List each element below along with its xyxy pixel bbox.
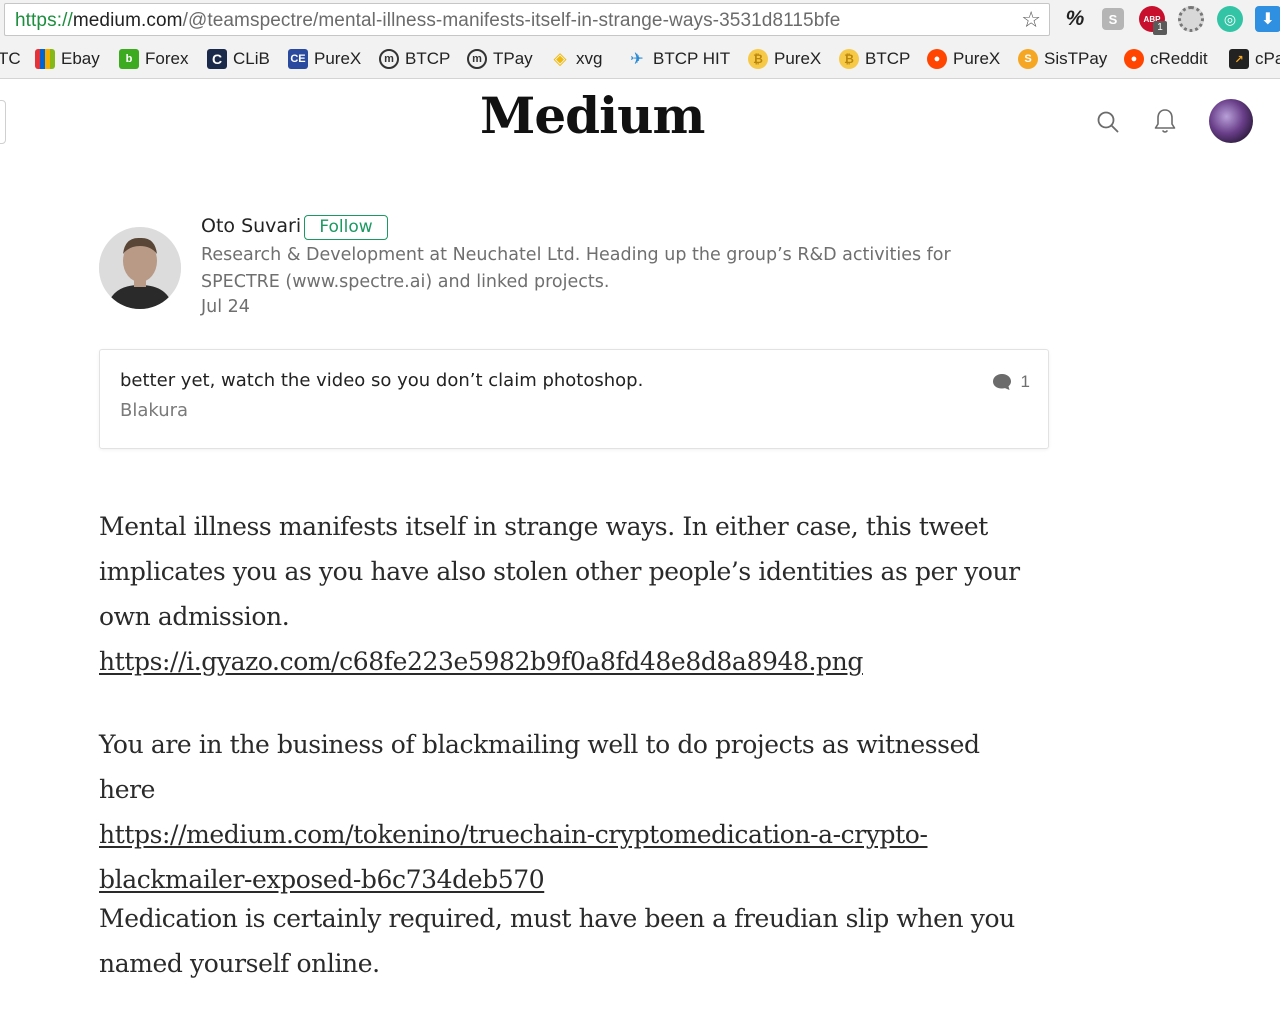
paragraph-2-text: You are in the business of blackmailing … (99, 730, 980, 804)
post-date[interactable]: Jul 24 (201, 297, 250, 317)
response-count[interactable]: 1 (992, 372, 1030, 392)
forex-b-icon: b (119, 49, 139, 69)
browser-toolbar: https://medium.com/@teamspectre/mental-i… (0, 0, 1280, 41)
medium-logo[interactable]: Medium (480, 86, 705, 145)
bitcoin-coin-icon: ₿ (839, 49, 859, 69)
article-paragraph-3: Medication is certainly required, must h… (99, 904, 1015, 978)
circle-extension-icon[interactable]: ◎ (1217, 6, 1243, 32)
address-bar[interactable]: https://medium.com/@teamspectre/mental-i… (4, 3, 1050, 36)
response-author: Blakura (120, 400, 189, 421)
coin-s-icon: S (1018, 49, 1038, 69)
sidebar-edge (0, 100, 6, 144)
bookmark-purex-1[interactable]: CE PureX (288, 47, 361, 71)
percent-extension-icon[interactable]: % (1062, 6, 1088, 32)
author-photo (99, 227, 181, 309)
reddit-icon: ● (927, 49, 947, 69)
clib-c-icon: C (207, 49, 227, 69)
film-extension-icon[interactable] (1178, 6, 1204, 32)
bookmark-star-icon[interactable]: ☆ (1021, 7, 1041, 33)
search-icon[interactable] (1096, 110, 1120, 134)
paragraph-1-text: Mental illness manifests itself in stran… (99, 512, 1020, 631)
response-count-value: 1 (1020, 372, 1030, 391)
speech-bubble-icon (992, 374, 1011, 390)
ebay-bag-icon (35, 49, 55, 69)
bookmarks-bar: TC Ebay b Forex C CLiB CE PureX m BTCP m TPay… (0, 40, 1280, 79)
s-extension-icon[interactable]: S (1102, 8, 1124, 30)
abp-badge: 1 (1153, 21, 1167, 35)
cpa-icon: ↗ (1229, 49, 1249, 69)
bookmark-tpay[interactable]: m TPay (467, 47, 533, 71)
bookmark-xvg[interactable]: ◈ xvg (550, 47, 602, 71)
binance-icon: ◈ (553, 49, 567, 68)
bookmark-forex[interactable]: b Forex (119, 47, 188, 71)
download-extension-icon[interactable]: ⬇ (1255, 6, 1280, 32)
author-avatar[interactable] (99, 227, 181, 309)
response-text: better yet, watch the video so you don’t… (120, 370, 644, 391)
bird-icon: ✈ (630, 51, 644, 68)
medium-link-line-2: blackmailer-exposed-b6c734deb570 (99, 865, 545, 894)
article-paragraph-2: You are in the business of blackmailing … (99, 722, 1039, 902)
medium-link-line-1: https://medium.com/tokenino/truechain-cr… (99, 820, 928, 849)
highlighted-response-card[interactable]: better yet, watch the video so you don’t… (99, 349, 1049, 449)
gyazo-link[interactable]: https://i.gyazo.com/c68fe223e5982b9f0a8f… (99, 647, 863, 676)
author-name[interactable]: Oto Suvari (201, 215, 301, 237)
notifications-bell-icon[interactable] (1153, 107, 1177, 135)
bookmark-btcp-1[interactable]: m BTCP (379, 47, 450, 71)
follow-button[interactable]: Follow (304, 215, 388, 240)
bookmark-tc[interactable]: TC (0, 47, 21, 71)
bookmark-purex-3[interactable]: ● PureX (927, 47, 1000, 71)
article-paragraph-1: Mental illness manifests itself in stran… (99, 504, 1039, 684)
tpay-m-icon: m (467, 49, 487, 69)
bookmark-purex-2[interactable]: ₿ PureX (748, 47, 821, 71)
user-avatar[interactable] (1209, 99, 1253, 143)
bookmark-ebay[interactable]: Ebay (35, 47, 100, 71)
bookmark-btcp-2[interactable]: ₿ BTCP (839, 47, 910, 71)
reddit-icon: ● (1124, 49, 1144, 69)
btcp-m-icon: m (379, 49, 399, 69)
bookmark-btcp-hit[interactable]: ✈ BTCP HIT (627, 47, 730, 71)
bookmark-creddit[interactable]: ● cReddit (1124, 47, 1208, 71)
author-bio: Research & Development at Neuchatel Ltd.… (201, 245, 951, 292)
bookmark-sistpay[interactable]: S SisTPay (1018, 47, 1107, 71)
url-text[interactable]: https://medium.com/@teamspectre/mental-i… (15, 10, 840, 32)
bookmark-cpa[interactable]: ↗cPa (1229, 47, 1280, 71)
medium-article-link[interactable]: https://medium.com/tokenino/truechain-cr… (99, 820, 928, 894)
ce-icon: CE (288, 49, 308, 69)
bookmark-clib[interactable]: C CLiB (207, 47, 270, 71)
bitcoin-coin-icon: ₿ (748, 49, 768, 69)
